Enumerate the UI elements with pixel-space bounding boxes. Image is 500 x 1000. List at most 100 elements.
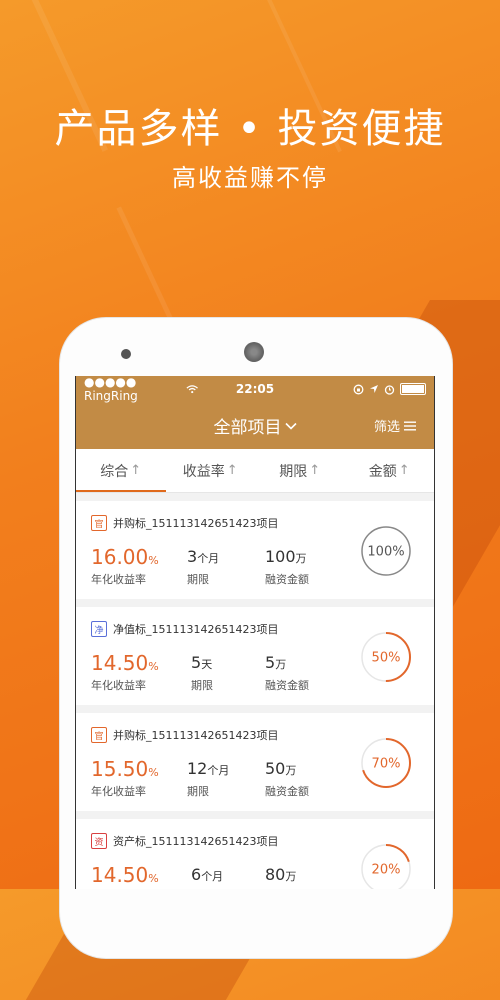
- rate-value: 14.50%: [91, 651, 159, 675]
- filter-button[interactable]: 筛选: [374, 416, 416, 435]
- rate-percent: %: [148, 554, 159, 567]
- project-name: 并购标_151113142651423项目: [113, 729, 279, 742]
- term-number: 6: [191, 865, 202, 884]
- term-unit: 个月: [201, 870, 224, 883]
- battery-icon: [400, 383, 426, 395]
- sort-arrow-icon: ↑: [130, 463, 142, 478]
- tab-label: 收益率: [182, 463, 225, 480]
- amount-label: 融资金额: [265, 679, 309, 692]
- progress-label: 50%: [372, 651, 401, 666]
- rate-number: 14.50: [91, 651, 149, 675]
- rate-percent: %: [148, 872, 159, 885]
- type-tag: 资: [91, 833, 107, 849]
- nav-title: 全部项目: [213, 418, 282, 438]
- rate-label: 年化收益率: [91, 573, 146, 586]
- status-time: 22:05: [235, 382, 275, 396]
- project-name-row: 官 并购标_151113142651423项目: [91, 727, 278, 743]
- project-name: 资产标_151113142651423项目: [113, 835, 279, 848]
- rate-percent: %: [148, 660, 159, 673]
- rate-label: 年化收益率: [91, 679, 146, 692]
- rate-value: 16.00%: [91, 545, 159, 569]
- rate-value: 14.50%: [91, 863, 159, 887]
- term-unit: 个月: [197, 552, 220, 565]
- term-number: 3: [187, 547, 198, 566]
- sort-arrow-icon: ↑: [309, 463, 321, 478]
- project-name: 并购标_151113142651423项目: [113, 517, 279, 530]
- project-card[interactable]: 净 净值标_151113142651423项目 14.50% 年化收益率 5天 …: [76, 607, 434, 705]
- phone-screen: ●●●●● RingRing 22:05 全部项目 筛选 综合 ↑ 收益率 ↑ …: [75, 376, 435, 889]
- project-card[interactable]: 官 并购标_151113142651423项目 16.00% 年化收益率 3个月…: [76, 501, 434, 599]
- headline: 产品多样 • 投资便捷: [54, 106, 446, 152]
- amount-label: 融资金额: [265, 785, 309, 798]
- tab-term[interactable]: 期限 ↑: [255, 449, 345, 492]
- amount-value: 100万: [265, 547, 307, 566]
- progress-ring: 100%: [361, 526, 411, 576]
- progress-label: 70%: [372, 757, 401, 772]
- wifi-icon: [186, 385, 198, 394]
- progress-ring: 50%: [361, 632, 411, 682]
- rate-number: 16.00: [91, 545, 149, 569]
- header: ●●●●● RingRing 22:05 全部项目 筛选: [76, 376, 434, 449]
- term-unit: 个月: [207, 764, 230, 777]
- location-icon: [370, 385, 378, 393]
- type-tag: 净: [91, 621, 107, 637]
- alarm-icon: [384, 384, 395, 395]
- amount-value: 5万: [265, 653, 286, 672]
- progress-ring: 20%: [361, 844, 411, 889]
- amount-unit: 万: [295, 552, 307, 565]
- term-label: 期限: [187, 573, 209, 586]
- term-label: 期限: [187, 785, 209, 798]
- camera-icon: [121, 349, 131, 359]
- tab-comprehensive[interactable]: 综合 ↑: [76, 449, 166, 492]
- tab-yield[interactable]: 收益率 ↑: [166, 449, 256, 492]
- amount-value: 50万: [265, 759, 296, 778]
- tab-amount[interactable]: 金额 ↑: [345, 449, 435, 492]
- amount-number: 100: [265, 547, 296, 566]
- carrier-text: ●●●●● RingRing: [84, 376, 138, 403]
- filter-label: 筛选: [373, 420, 400, 435]
- rate-value: 15.50%: [91, 757, 159, 781]
- term-value: 3个月: [187, 547, 219, 566]
- term-value: 12个月: [187, 759, 229, 778]
- status-bar: ●●●●● RingRing 22:05: [76, 376, 434, 403]
- amount-unit: 万: [285, 764, 297, 777]
- amount-unit: 万: [275, 658, 287, 671]
- rate-percent: %: [148, 766, 159, 779]
- amount-unit: 万: [285, 870, 297, 883]
- progress-label: 20%: [372, 863, 401, 878]
- project-card[interactable]: 官 并购标_151113142651423项目 15.50% 年化收益率 12个…: [76, 713, 434, 811]
- amount-number: 5: [265, 653, 276, 672]
- rotation-lock-icon: [353, 384, 364, 394]
- project-list: 官 并购标_151113142651423项目 16.00% 年化收益率 3个月…: [76, 493, 434, 889]
- term-unit: 天: [201, 658, 213, 671]
- term-value: 5天: [191, 653, 212, 672]
- amount-number: 80: [265, 865, 286, 884]
- tab-label: 金额: [368, 463, 397, 480]
- sort-arrow-icon: ↑: [398, 463, 410, 478]
- project-name-row: 官 并购标_151113142651423项目: [91, 515, 278, 531]
- sort-tabs: 综合 ↑ 收益率 ↑ 期限 ↑ 金额 ↑: [76, 449, 434, 493]
- term-value: 6个月: [191, 865, 223, 884]
- amount-value: 80万: [265, 865, 296, 884]
- sort-arrow-icon: ↑: [226, 463, 238, 478]
- project-name: 净值标_151113142651423项目: [113, 623, 279, 636]
- term-number: 5: [191, 653, 202, 672]
- menu-icon: [404, 421, 416, 430]
- amount-label: 融资金额: [265, 573, 309, 586]
- rate-label: 年化收益率: [91, 785, 146, 798]
- chevron-down-icon: [284, 422, 297, 430]
- subline: 高收益赚不停: [172, 164, 328, 192]
- project-dropdown[interactable]: 全部项目: [214, 413, 297, 438]
- progress-label: 100%: [367, 545, 404, 560]
- project-card[interactable]: 资 资产标_151113142651423项目 14.50% 年化收益率 6个月…: [76, 819, 434, 889]
- tab-label: 综合: [100, 463, 129, 480]
- rate-number: 14.50: [91, 863, 149, 887]
- term-label: 期限: [191, 679, 213, 692]
- amount-number: 50: [265, 759, 286, 778]
- type-tag: 官: [91, 515, 107, 531]
- tab-label: 期限: [279, 463, 308, 480]
- term-number: 12: [187, 759, 208, 778]
- project-name-row: 净 净值标_151113142651423项目: [91, 621, 278, 637]
- type-tag: 官: [91, 727, 107, 743]
- speaker-icon: [244, 342, 264, 362]
